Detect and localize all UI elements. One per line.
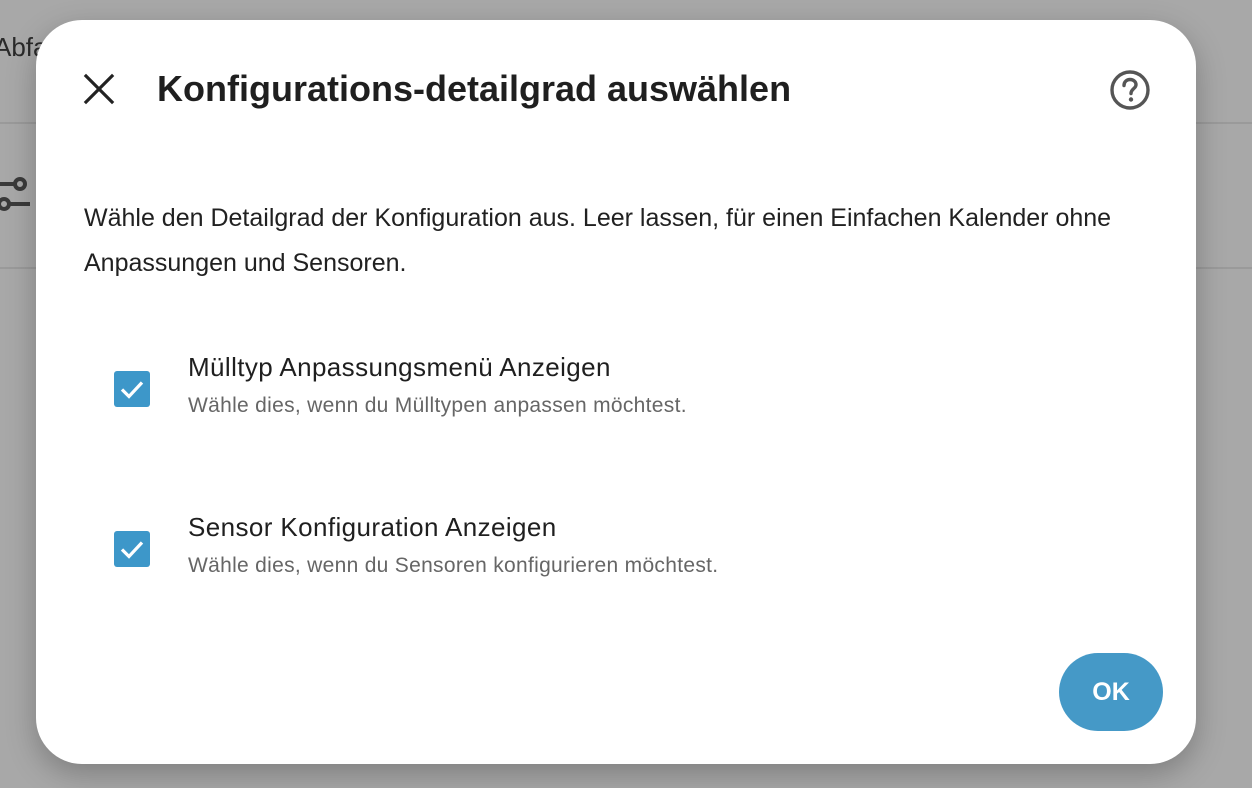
check-icon	[120, 381, 144, 399]
close-icon	[83, 73, 115, 105]
config-detail-dialog: Konfigurations-detailgrad auswählen Wähl…	[36, 20, 1196, 764]
option-sublabel: Wähle dies, wenn du Mülltypen anpassen m…	[188, 394, 687, 417]
option-label: Mülltyp Anpassungsmenü Anzeigen	[188, 352, 611, 382]
waste-type-menu-checkbox[interactable]	[114, 371, 150, 407]
ok-button[interactable]: OK	[1059, 653, 1163, 731]
dialog-description: Wähle den Detailgrad der Konfiguration a…	[84, 204, 1112, 277]
dialog-title: Konfigurations-detailgrad auswählen	[157, 68, 792, 109]
close-button[interactable]	[76, 66, 122, 112]
option-label: Sensor Konfiguration Anzeigen	[188, 512, 557, 542]
help-circle-icon	[1110, 70, 1150, 110]
sensor-config-checkbox[interactable]	[114, 531, 150, 567]
help-button[interactable]	[1108, 68, 1152, 112]
settings-sliders-icon	[0, 177, 30, 211]
option-waste-type-menu[interactable]: Mülltyp Anpassungsmenü Anzeigen Wähle di…	[114, 350, 1014, 420]
option-sublabel: Wähle dies, wenn du Sensoren konfigurier…	[188, 554, 719, 577]
option-sensor-config[interactable]: Sensor Konfiguration Anzeigen Wähle dies…	[114, 510, 1014, 580]
check-icon	[120, 541, 144, 559]
